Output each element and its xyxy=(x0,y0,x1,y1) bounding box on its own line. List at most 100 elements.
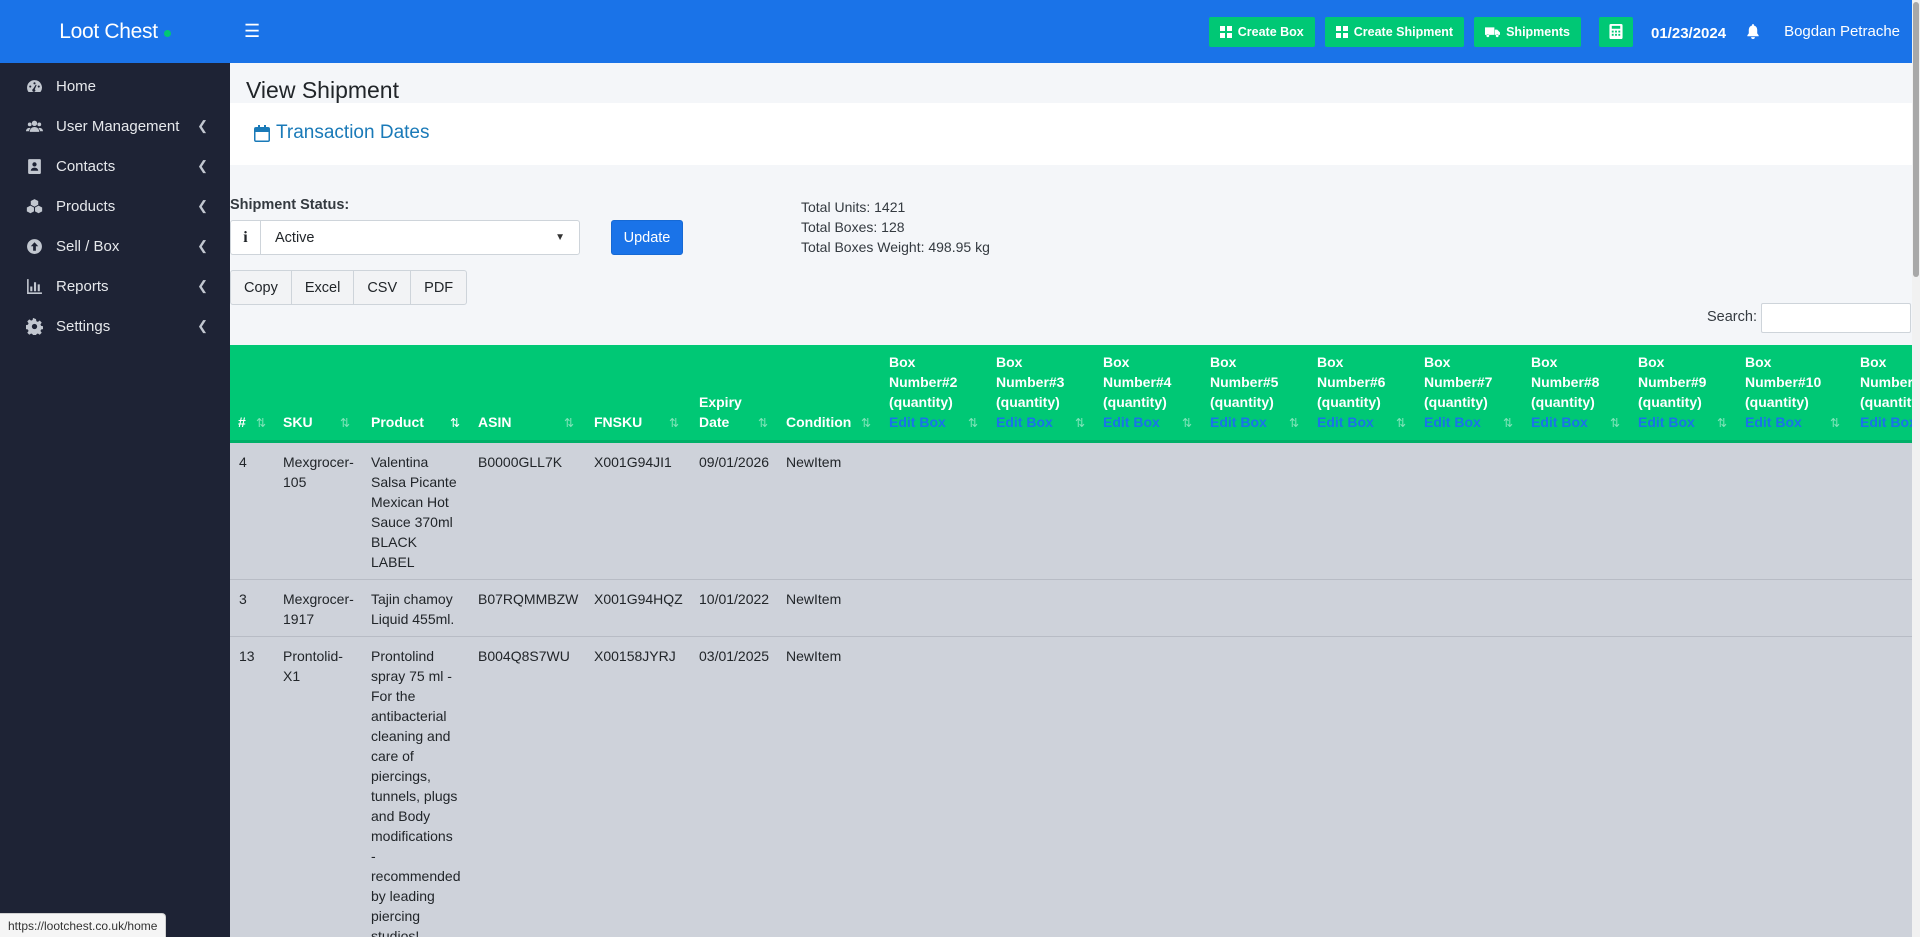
chevron-left-icon: ❮ xyxy=(197,118,208,133)
top-navbar: ☰ Create Box Create Shipment Shipments 0… xyxy=(230,0,1920,63)
sort-icon[interactable]: ⇅ xyxy=(1075,416,1085,430)
column-header-condition[interactable]: Condition xyxy=(786,412,851,432)
update-button[interactable]: Update xyxy=(611,220,683,255)
cell-expiry: 09/01/2026 xyxy=(699,454,770,470)
column-header-fnsku[interactable]: FNSKU xyxy=(594,412,642,432)
chevron-left-icon: ❮ xyxy=(197,318,208,333)
excel-button[interactable]: Excel xyxy=(292,271,355,304)
user-menu[interactable]: Bogdan Petrache xyxy=(1784,23,1900,40)
column-header-product[interactable]: Product xyxy=(371,412,424,432)
sidebar-item-label: Contacts xyxy=(56,157,116,175)
create-shipment-button[interactable]: Create Shipment xyxy=(1324,16,1465,47)
column-header-asin[interactable]: ASIN xyxy=(478,412,511,432)
edit-box-link[interactable]: Edit Box xyxy=(1317,412,1385,432)
column-header-box-3[interactable]: Box Number#3 (quantity) Edit Box xyxy=(996,352,1064,432)
sort-icon[interactable]: ⇅ xyxy=(968,416,978,430)
sidebar-item-home[interactable]: Home xyxy=(0,66,230,106)
cell-fnsku: X001G94JI1 xyxy=(594,454,672,470)
edit-box-link[interactable]: Edit Box xyxy=(1210,412,1278,432)
column-header-number[interactable]: # xyxy=(238,412,246,432)
column-header-box-9[interactable]: Box Number#9 (quantity) Edit Box xyxy=(1638,352,1706,432)
box-col-line2: Number#9 xyxy=(1638,374,1707,390)
sort-icon[interactable]: ⇅ xyxy=(861,416,871,430)
box-col-line3: (quantity) xyxy=(889,394,953,410)
box-col-line3: (quantity) xyxy=(996,394,1060,410)
transaction-dates-toggle[interactable]: Transaction Dates xyxy=(254,122,429,144)
box-col-line1: Box xyxy=(1317,354,1344,370)
dashboard-icon xyxy=(26,78,56,95)
table-row[interactable]: 4 Mexgrocer- 105 Valentina Salsa Picante Me… xyxy=(230,443,1912,580)
sidebar-item-label: Settings xyxy=(56,317,111,335)
brand-name: Loot Chest xyxy=(59,19,158,43)
edit-box-link[interactable]: Edit Box xyxy=(1860,412,1912,432)
table-row[interactable]: 3 Mexgrocer- 1917 Tajin chamoy Liquid 455m… xyxy=(230,580,1912,637)
scrollbar-thumb[interactable] xyxy=(1913,2,1919,277)
column-header-expiry-date[interactable]: Expiry Date xyxy=(699,392,749,432)
edit-box-link[interactable]: Edit Box xyxy=(889,412,957,432)
column-header-box-5[interactable]: Box Number#5 (quantity) Edit Box xyxy=(1210,352,1278,432)
cell-expiry: 03/01/2025 xyxy=(699,648,770,664)
box-col-line1: Box xyxy=(889,354,916,370)
box-col-line2: Number#10 xyxy=(1745,374,1822,390)
sort-icon[interactable]: ⇅ xyxy=(669,416,679,430)
chevron-left-icon: ❮ xyxy=(197,198,208,213)
table-row[interactable]: 13 Prontolid- X1 Prontolind spray 75 ml -F… xyxy=(230,637,1912,937)
edit-box-link[interactable]: Edit Box xyxy=(1745,412,1821,432)
sort-icon[interactable]: ⇅ xyxy=(1396,416,1406,430)
sidebar-item-user-management[interactable]: User Management ❮ xyxy=(0,106,230,146)
column-header-box-6[interactable]: Box Number#6 (quantity) Edit Box xyxy=(1317,352,1385,432)
box-col-line2: Number#4 xyxy=(1103,374,1172,390)
column-header-box-7[interactable]: Box Number#7 (quantity) Edit Box xyxy=(1424,352,1492,432)
menu-toggle-icon[interactable]: ☰ xyxy=(244,21,274,42)
sidebar-nav: Home User Management ❮ Contacts ❮ Produc… xyxy=(0,63,230,346)
cell-product: Prontolind spray 75 ml - For the antibacter… xyxy=(371,648,461,937)
shipment-status-select[interactable]: Active ▼ xyxy=(260,220,580,255)
sort-icon[interactable]: ⇅ xyxy=(256,416,266,430)
sort-icon[interactable]: ⇅ xyxy=(340,416,350,430)
cell-condition: NewItem xyxy=(786,648,842,664)
calculator-button[interactable] xyxy=(1599,16,1633,47)
search-label: Search: xyxy=(1707,309,1757,325)
box-col-line3: (quantity) xyxy=(1424,394,1488,410)
create-box-button[interactable]: Create Box xyxy=(1208,16,1315,47)
sort-icon[interactable]: ⇅ xyxy=(1182,416,1192,430)
pdf-button[interactable]: PDF xyxy=(411,271,466,304)
grid-icon xyxy=(1219,25,1232,38)
csv-button[interactable]: CSV xyxy=(354,271,412,304)
sort-icon[interactable]: ⇅ xyxy=(1503,416,1513,430)
column-header-box-8[interactable]: Box Number#8 (quantity) Edit Box xyxy=(1531,352,1599,432)
sort-icon[interactable]: ⇅ xyxy=(1717,416,1727,430)
edit-box-link[interactable]: Edit Box xyxy=(1638,412,1706,432)
sort-active-icon[interactable]: ⇅ xyxy=(450,416,460,430)
sidebar-item-label: Home xyxy=(56,77,97,95)
sidebar-item-sell-box[interactable]: Sell / Box ❮ xyxy=(0,226,230,266)
sidebar-item-reports[interactable]: Reports ❮ xyxy=(0,266,230,306)
box-col-line1: Box xyxy=(1638,354,1665,370)
edit-box-link[interactable]: Edit Box xyxy=(1531,412,1599,432)
sort-icon[interactable]: ⇅ xyxy=(564,416,574,430)
edit-box-link[interactable]: Edit Box xyxy=(1103,412,1171,432)
chevron-left-icon: ❮ xyxy=(197,238,208,253)
edit-box-link[interactable]: Edit Box xyxy=(996,412,1064,432)
edit-box-link[interactable]: Edit Box xyxy=(1424,412,1492,432)
sidebar-item-contacts[interactable]: Contacts ❮ xyxy=(0,146,230,186)
copy-button[interactable]: Copy xyxy=(231,271,292,304)
column-header-box-10[interactable]: Box Number#10 (quantity) Edit Box xyxy=(1745,352,1821,432)
notifications-button[interactable] xyxy=(1746,24,1760,39)
sort-icon[interactable]: ⇅ xyxy=(1289,416,1299,430)
sidebar-item-products[interactable]: Products ❮ xyxy=(0,186,230,226)
box-col-line3: (quantity) xyxy=(1638,394,1702,410)
search-input[interactable] xyxy=(1761,303,1911,333)
column-header-box-11[interactable]: Box Number#11 (quantity) Edit Box xyxy=(1860,352,1912,432)
column-header-sku[interactable]: SKU xyxy=(283,412,313,432)
sort-icon[interactable]: ⇅ xyxy=(758,416,768,430)
column-header-box-4[interactable]: Box Number#4 (quantity) Edit Box xyxy=(1103,352,1171,432)
sidebar-item-settings[interactable]: Settings ❮ xyxy=(0,306,230,346)
shipments-button[interactable]: Shipments xyxy=(1474,16,1581,47)
page-scrollbar[interactable] xyxy=(1912,0,1920,937)
column-header-box-2[interactable]: Box Number#2 (quantity) Edit Box xyxy=(889,352,957,432)
sort-icon[interactable]: ⇅ xyxy=(1830,416,1840,430)
sidebar: Loot Chest Home User Management ❮ Contac… xyxy=(0,0,230,937)
brand-logo[interactable]: Loot Chest xyxy=(0,0,230,63)
sort-icon[interactable]: ⇅ xyxy=(1610,416,1620,430)
